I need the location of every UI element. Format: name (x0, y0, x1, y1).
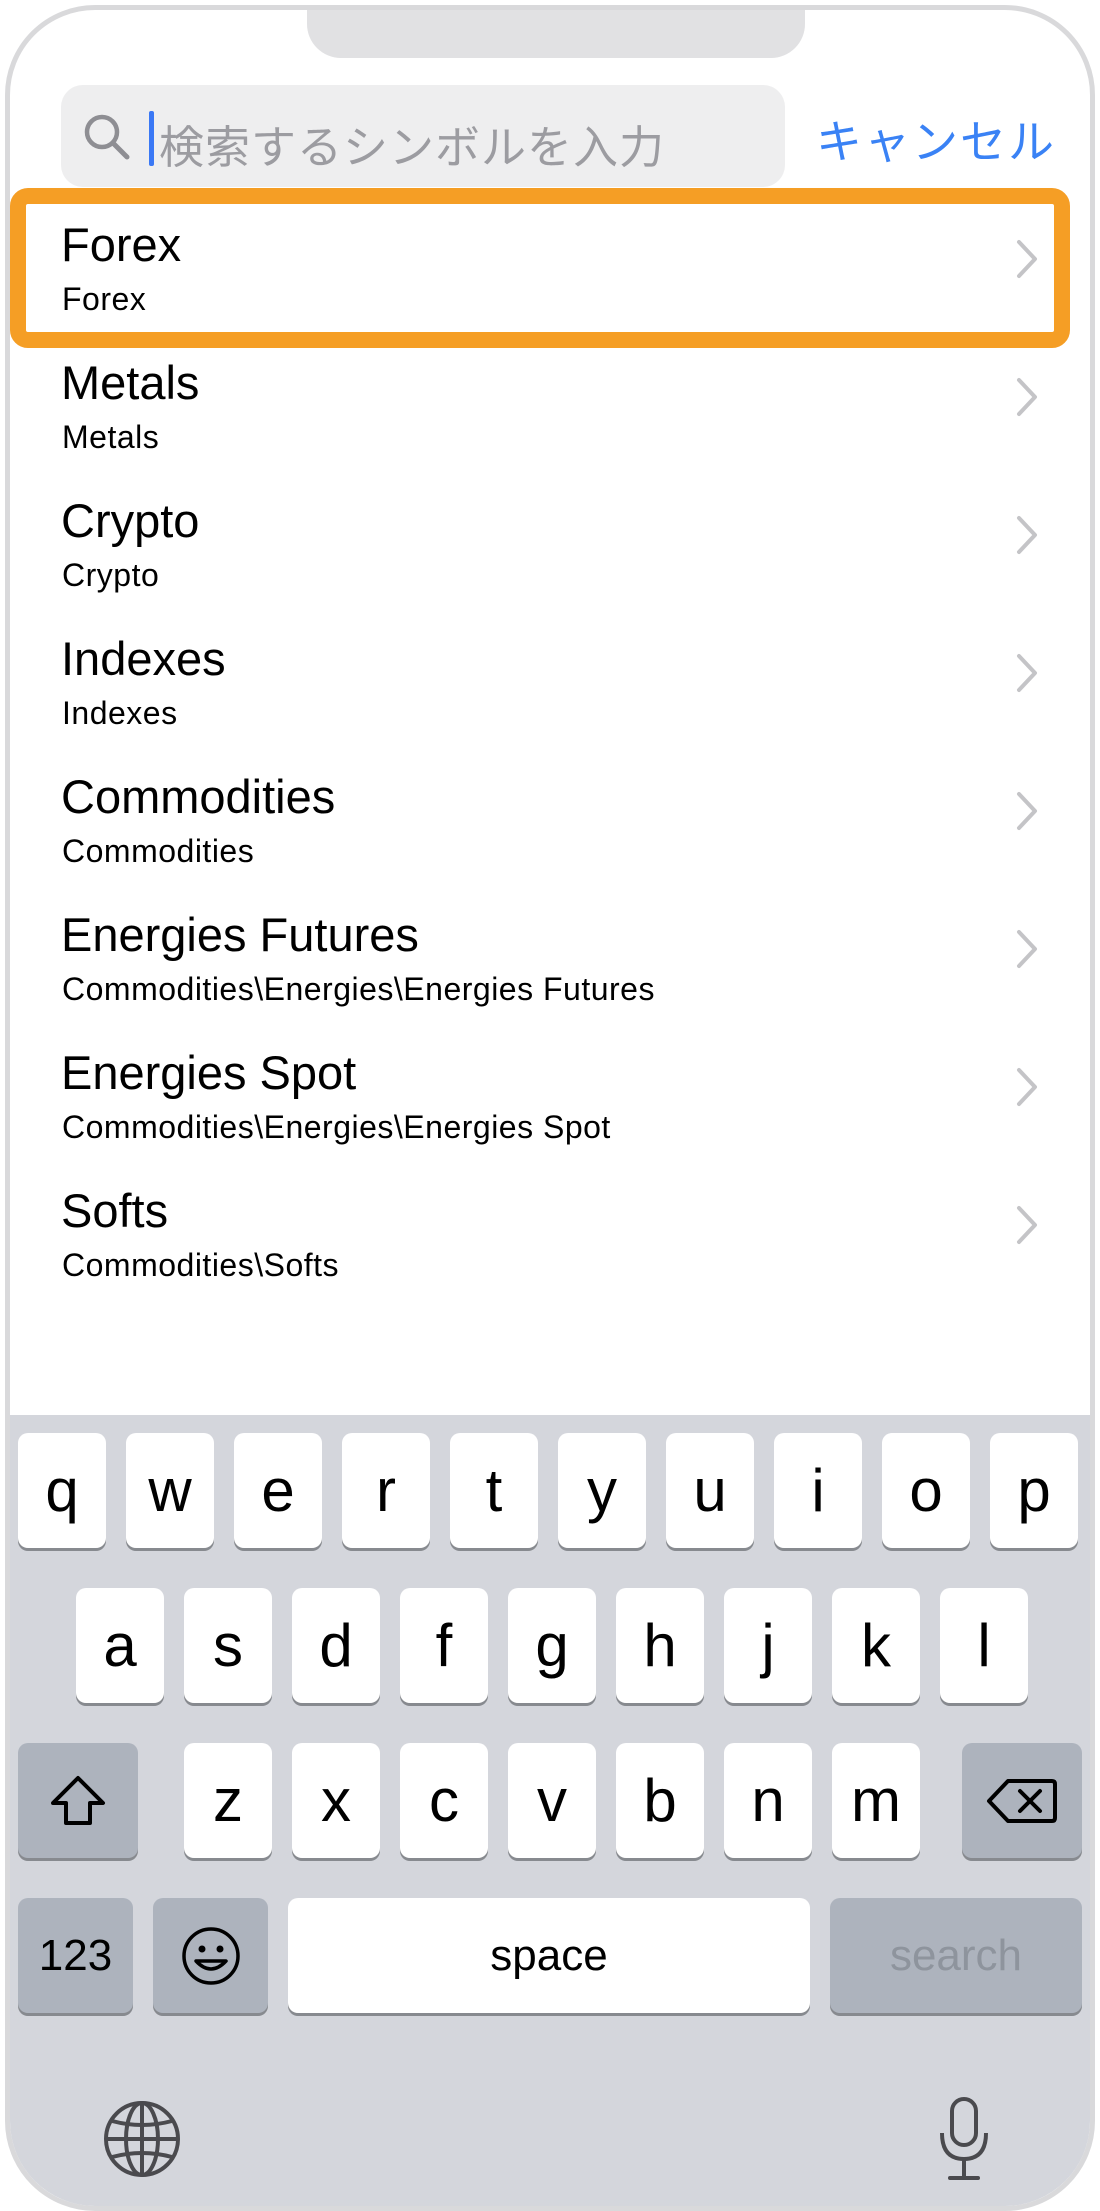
delete-icon (987, 1778, 1057, 1823)
space-key-label: space (490, 1930, 608, 1980)
microphone-icon[interactable] (936, 2095, 992, 2185)
key-h[interactable]: h (616, 1588, 704, 1703)
key-i[interactable]: i (774, 1433, 862, 1548)
key-p[interactable]: p (990, 1433, 1078, 1548)
key-s[interactable]: s (184, 1588, 272, 1703)
key-m[interactable]: m (832, 1743, 920, 1858)
text-cursor (149, 111, 154, 166)
list-item-subtitle: Crypto (62, 557, 160, 593)
chevron-right-icon (1017, 1068, 1037, 1106)
key-o[interactable]: o (882, 1433, 970, 1548)
list-item-energies-futures[interactable]: Energies Futures Commodities\Energies\En… (10, 885, 1090, 1023)
numbers-key-label: 123 (38, 1930, 113, 1980)
key-r[interactable]: r (342, 1433, 430, 1548)
key-e[interactable]: e (234, 1433, 322, 1548)
emoji-key[interactable] (153, 1898, 268, 2013)
emoji-icon (181, 1926, 240, 1985)
list-item-subtitle: Indexes (62, 695, 178, 731)
numbers-key[interactable]: 123 (18, 1898, 133, 2013)
list-item-title: Crypto (61, 494, 200, 547)
key-n[interactable]: n (724, 1743, 812, 1858)
shift-icon (51, 1775, 105, 1825)
key-j[interactable]: j (724, 1588, 812, 1703)
key-q[interactable]: q (18, 1433, 106, 1548)
key-t[interactable]: t (450, 1433, 538, 1548)
list-item-title: Energies Futures (61, 908, 419, 961)
keyboard: q w e r t y u i o p a s d f g h j k l z … (10, 1415, 1090, 2206)
list-item-commodities[interactable]: Commodities Commodities (10, 747, 1090, 885)
list-item-softs[interactable]: Softs Commodities\Softs (10, 1161, 1090, 1299)
key-y[interactable]: y (558, 1433, 646, 1548)
list-item-crypto[interactable]: Crypto Crypto (10, 471, 1090, 609)
chevron-right-icon (1017, 516, 1037, 554)
shift-key[interactable] (18, 1743, 138, 1858)
key-z[interactable]: z (184, 1743, 272, 1858)
key-u[interactable]: u (666, 1433, 754, 1548)
chevron-right-icon (1017, 654, 1037, 692)
list-item-indexes[interactable]: Indexes Indexes (10, 609, 1090, 747)
notch (307, 10, 805, 58)
chevron-right-icon (1017, 1206, 1037, 1244)
list-item-title: Commodities (61, 770, 336, 823)
list-item-metals[interactable]: Metals Metals (10, 333, 1090, 471)
key-a[interactable]: a (76, 1588, 164, 1703)
key-c[interactable]: c (400, 1743, 488, 1858)
key-d[interactable]: d (292, 1588, 380, 1703)
chevron-right-icon (1017, 378, 1037, 416)
key-g[interactable]: g (508, 1588, 596, 1703)
highlight-box (10, 188, 1070, 348)
list-item-title: Softs (61, 1184, 169, 1237)
key-k[interactable]: k (832, 1588, 920, 1703)
search-icon (84, 114, 130, 160)
key-f[interactable]: f (400, 1588, 488, 1703)
globe-icon[interactable] (102, 2099, 182, 2179)
search-key[interactable]: search (830, 1898, 1082, 2013)
list-item-title: Metals (61, 356, 200, 409)
key-v[interactable]: v (508, 1743, 596, 1858)
cancel-button[interactable]: キャンセル (816, 106, 1056, 172)
key-l[interactable]: l (940, 1588, 1028, 1703)
search-key-label: search (889, 1930, 1023, 1980)
list-item-subtitle: Commodities (62, 833, 255, 869)
key-x[interactable]: x (292, 1743, 380, 1858)
category-list: Forex Forex Metals Metals Crypto Crypto … (10, 195, 1090, 1299)
key-w[interactable]: w (126, 1433, 214, 1548)
space-key[interactable]: space (288, 1898, 810, 2013)
key-b[interactable]: b (616, 1743, 704, 1858)
list-item-subtitle: Commodities\Energies\Energies Spot (62, 1109, 611, 1145)
search-input[interactable]: 検索するシンボルを入力 (61, 85, 785, 187)
list-item-subtitle: Metals (62, 419, 160, 455)
chevron-right-icon (1017, 792, 1037, 830)
chevron-right-icon (1017, 930, 1037, 968)
list-item-title: Energies Spot (61, 1046, 357, 1099)
search-placeholder: 検索するシンボルを入力 (159, 122, 666, 173)
list-item-title: Indexes (61, 632, 226, 685)
list-item-subtitle: Commodities\Softs (62, 1247, 340, 1283)
delete-key[interactable] (962, 1743, 1082, 1858)
list-item-subtitle: Commodities\Energies\Energies Futures (62, 971, 655, 1007)
list-item-energies-spot[interactable]: Energies Spot Commodities\Energies\Energ… (10, 1023, 1090, 1161)
